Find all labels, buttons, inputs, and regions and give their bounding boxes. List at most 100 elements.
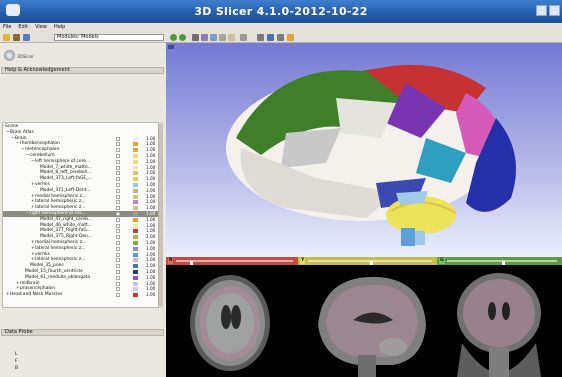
color-swatch[interactable] — [133, 188, 138, 193]
color-swatch[interactable] — [133, 287, 138, 292]
color-swatch[interactable] — [133, 200, 138, 205]
menu-view[interactable]: View — [35, 23, 47, 32]
screenshot-icon[interactable] — [219, 34, 226, 41]
color-swatch[interactable] — [133, 183, 138, 187]
color-swatch[interactable] — [133, 246, 138, 251]
color-swatch[interactable] — [133, 293, 138, 298]
scrollbar-thumb[interactable] — [159, 124, 163, 306]
menu-file[interactable]: File — [3, 23, 11, 32]
color-swatch[interactable] — [133, 264, 138, 269]
visibility-checkbox[interactable] — [116, 287, 120, 292]
yellow-slice-slider[interactable] — [308, 260, 432, 267]
3d-view[interactable] — [166, 43, 562, 257]
color-swatch[interactable] — [133, 217, 138, 222]
color-swatch[interactable] — [133, 148, 138, 153]
red-slice-view[interactable] — [166, 265, 298, 377]
visibility-checkbox[interactable] — [116, 264, 120, 269]
help-section-header[interactable]: Help & Acknowledgement — [1, 67, 164, 74]
fiducial-icon[interactable] — [267, 34, 274, 41]
visibility-checkbox[interactable] — [116, 136, 120, 141]
layout-icon[interactable] — [192, 34, 199, 41]
mouse-mode-icon[interactable] — [257, 34, 264, 41]
green-slice-controller[interactable]: G — [437, 257, 562, 267]
yellow-slice-view[interactable] — [298, 265, 437, 377]
visibility-checkbox[interactable] — [116, 223, 120, 228]
green-slice-slider[interactable] — [447, 260, 557, 267]
color-swatch[interactable] — [133, 142, 138, 147]
red-slice-slider[interactable] — [176, 260, 293, 267]
opacity-value[interactable]: 1.00 — [146, 292, 155, 298]
visibility-checkbox[interactable] — [116, 246, 120, 251]
visibility-checkbox[interactable] — [116, 252, 120, 257]
data-probe-header[interactable]: Data Probe — [1, 329, 164, 336]
visibility-checkbox[interactable] — [116, 171, 120, 176]
visibility-checkbox[interactable] — [116, 270, 120, 274]
annotation-icon[interactable] — [228, 34, 235, 41]
color-swatch[interactable] — [133, 212, 138, 216]
color-swatch[interactable] — [133, 136, 138, 141]
color-swatch[interactable] — [133, 270, 138, 274]
visibility-checkbox[interactable] — [116, 217, 120, 222]
visibility-checkbox[interactable] — [116, 293, 120, 298]
toolbar: Modules: Models — [0, 32, 562, 43]
data-module-icon[interactable] — [23, 34, 30, 41]
visibility-checkbox[interactable] — [116, 281, 120, 286]
brain-model-render — [226, 64, 516, 246]
yellow-slice-controller[interactable]: Y — [298, 257, 437, 267]
expand-toggle-icon[interactable]: + — [6, 292, 10, 298]
visibility-checkbox[interactable] — [116, 241, 120, 245]
visibility-checkbox[interactable] — [116, 188, 120, 193]
color-swatch[interactable] — [133, 235, 138, 240]
visibility-checkbox[interactable] — [116, 159, 120, 164]
color-swatch[interactable] — [133, 252, 138, 257]
visibility-checkbox[interactable] — [116, 177, 120, 182]
visibility-checkbox[interactable] — [116, 154, 120, 158]
ruler-icon[interactable] — [277, 34, 284, 41]
forward-arrow-icon[interactable] — [179, 34, 186, 41]
visibility-checkbox[interactable] — [116, 275, 120, 280]
color-swatch[interactable] — [133, 206, 138, 211]
model-hierarchy-tree[interactable]: Scene−Brain Atlas−Brain−1.00rhombencepha… — [2, 122, 162, 308]
camera-icon[interactable] — [201, 34, 208, 41]
color-swatch[interactable] — [133, 165, 138, 170]
tree-scrollbar[interactable] — [158, 122, 163, 308]
color-swatch[interactable] — [133, 223, 138, 228]
color-swatch[interactable] — [133, 275, 138, 280]
visibility-checkbox[interactable] — [116, 229, 120, 234]
visibility-checkbox[interactable] — [116, 258, 120, 263]
visibility-checkbox[interactable] — [116, 142, 120, 147]
color-swatch[interactable] — [133, 241, 138, 245]
color-swatch[interactable] — [133, 281, 138, 286]
crosshair-icon[interactable] — [210, 34, 217, 41]
red-slice-controller[interactable]: R — [166, 257, 298, 267]
color-swatch[interactable] — [133, 177, 138, 182]
tree-row[interactable]: Head and Neck Muscles +1.00 — [3, 292, 161, 298]
visibility-checkbox[interactable] — [116, 212, 120, 216]
menu-edit[interactable]: Edit — [18, 23, 28, 32]
extensions-icon[interactable] — [287, 34, 294, 41]
visibility-checkbox[interactable] — [116, 183, 120, 187]
visibility-checkbox[interactable] — [116, 200, 120, 205]
save-icon[interactable] — [13, 34, 20, 41]
color-swatch[interactable] — [133, 229, 138, 234]
visibility-checkbox[interactable] — [116, 194, 120, 199]
title-bar[interactable]: 3D Slicer 4.1.0-2012-10-22 — [0, 0, 562, 23]
grid-layout-icon[interactable] — [240, 34, 247, 41]
visibility-checkbox[interactable] — [116, 206, 120, 211]
view-pin-icon[interactable] — [168, 45, 174, 49]
visibility-checkbox[interactable] — [116, 148, 120, 153]
module-selector[interactable]: Modules: Models — [54, 34, 164, 41]
color-swatch[interactable] — [133, 258, 138, 263]
color-swatch[interactable] — [133, 194, 138, 199]
color-swatch[interactable] — [133, 154, 138, 158]
color-swatch[interactable] — [133, 159, 138, 164]
visibility-checkbox[interactable] — [116, 235, 120, 240]
minimize-button[interactable] — [536, 5, 547, 16]
back-arrow-icon[interactable] — [170, 34, 177, 41]
visibility-checkbox[interactable] — [116, 165, 120, 170]
menu-help[interactable]: Help — [54, 23, 65, 32]
load-data-icon[interactable] — [3, 34, 10, 41]
color-swatch[interactable] — [133, 171, 138, 176]
maximize-button[interactable] — [549, 5, 560, 16]
green-slice-view[interactable] — [437, 265, 562, 377]
